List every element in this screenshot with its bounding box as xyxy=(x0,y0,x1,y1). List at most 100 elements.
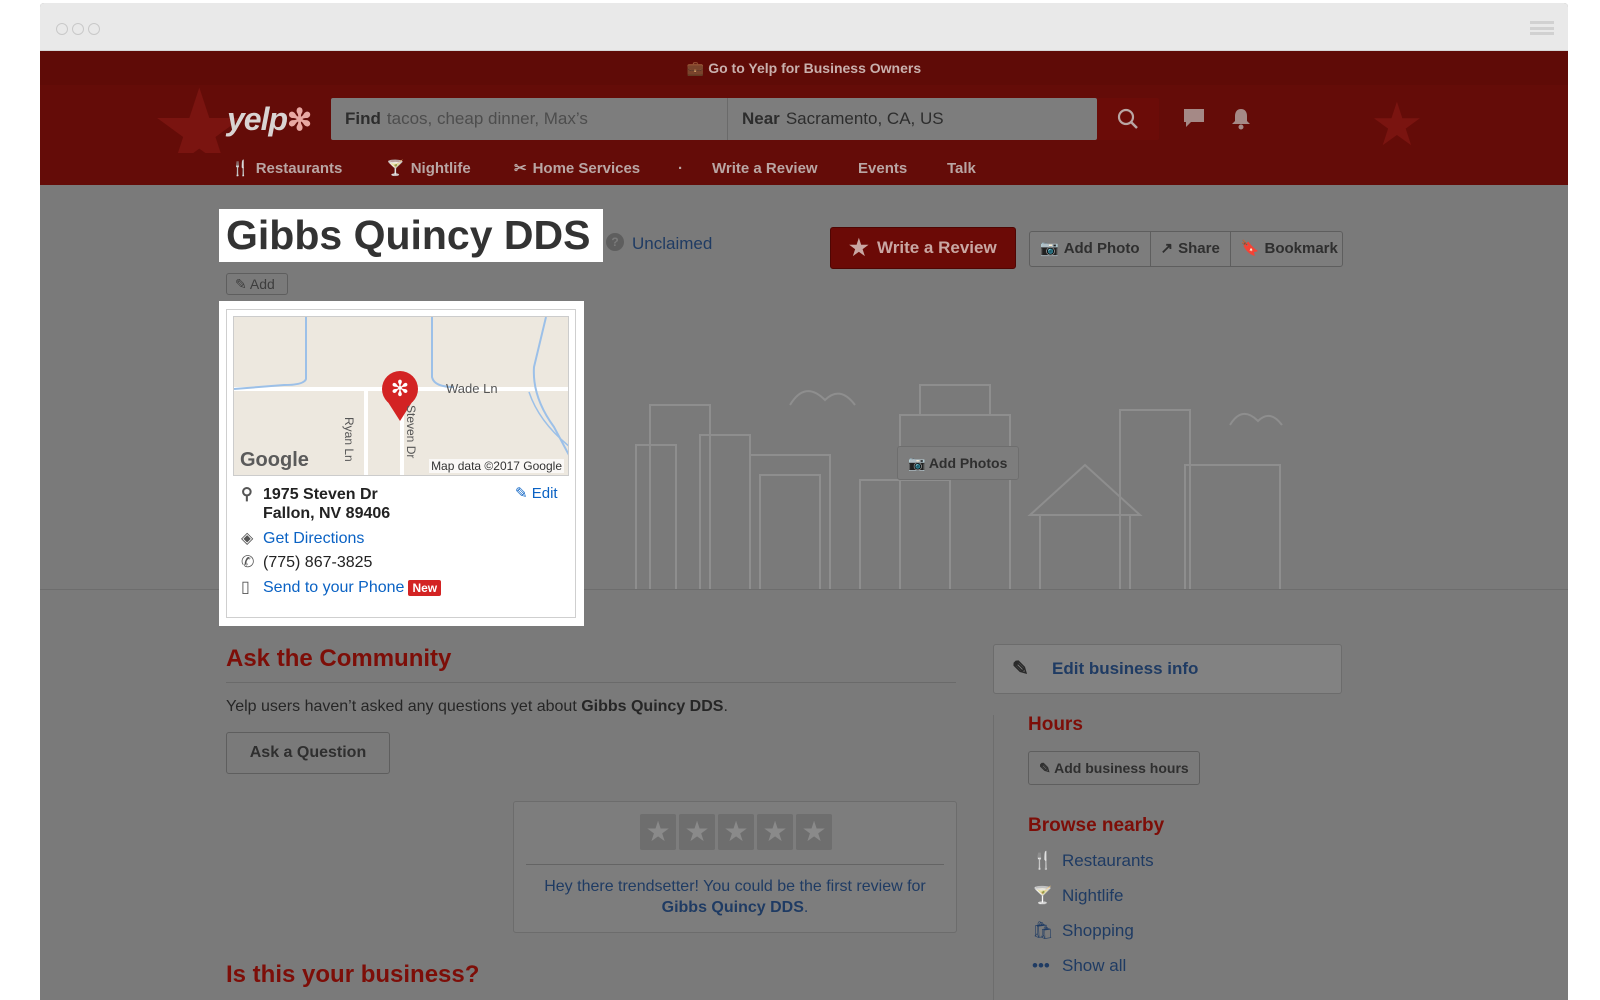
messages-icon[interactable] xyxy=(1182,107,1206,129)
ask-community-text: Yelp users haven’t asked any questions y… xyxy=(226,698,728,715)
camera-icon: 📷 xyxy=(1040,240,1059,257)
browse-show-all-link[interactable]: ••• Show all xyxy=(1032,956,1126,976)
nav-nightlife[interactable]: 🍸 Nightlife xyxy=(386,153,471,185)
business-title: Gibbs Quincy DDS xyxy=(226,212,591,258)
star-rating-selector[interactable]: ★ ★ ★ ★ ★ xyxy=(640,814,832,850)
google-logo: Google xyxy=(240,449,309,471)
map-pin-icon: ⚲ xyxy=(241,486,253,503)
write-review-button[interactable]: ★ Write a Review xyxy=(830,227,1016,269)
section-divider xyxy=(226,682,956,683)
send-to-phone-link[interactable]: Send to your Phone xyxy=(263,579,404,596)
pencil-icon: ✎ xyxy=(515,485,528,502)
send-to-phone-row[interactable]: ▯ Send to your Phone New xyxy=(241,577,442,597)
tools-icon: ✂ xyxy=(514,160,527,177)
rating-star-icon[interactable]: ★ xyxy=(796,814,832,850)
address-line2: Fallon, NV 89406 xyxy=(263,505,391,522)
directions-row[interactable]: ◈ Get Directions xyxy=(241,528,364,548)
address-row: ⚲ 1975 Steven Dr xyxy=(241,484,378,504)
decorative-star-icon: ★ xyxy=(1370,91,1424,158)
share-button[interactable]: ↗ Share xyxy=(1151,232,1231,266)
cocktail-icon: 🍸 xyxy=(1032,886,1054,905)
add-category-button[interactable]: ✎ Add xyxy=(226,273,288,295)
hours-title: Hours xyxy=(1028,714,1083,735)
nav-separator: · xyxy=(678,160,683,177)
nav-talk[interactable]: Talk xyxy=(947,153,976,185)
add-business-hours-button[interactable]: ✎ Add business hours xyxy=(1028,751,1200,785)
bookmark-button[interactable]: 🔖 Bookmark xyxy=(1231,232,1348,266)
browse-restaurants-link[interactable]: 🍴 Restaurants xyxy=(1032,851,1154,871)
map-street-label: Steven Dr xyxy=(404,405,418,459)
camera-icon: 📷 xyxy=(908,455,929,471)
mobile-phone-icon: ▯ xyxy=(241,579,250,596)
browse-shopping-link[interactable]: 🛍 Shopping xyxy=(1032,921,1134,941)
help-question-icon[interactable]: ? xyxy=(606,233,624,251)
ask-community-title: Ask the Community xyxy=(226,645,452,672)
share-icon: ↗ xyxy=(1160,240,1174,257)
cocktail-icon: 🍸 xyxy=(386,160,405,177)
phone-row: ✆ (775) 867-3825 xyxy=(241,552,372,572)
window-minimize-dot[interactable] xyxy=(72,23,84,35)
rating-star-icon[interactable]: ★ xyxy=(679,814,715,850)
ask-question-button[interactable]: Ask a Question xyxy=(226,732,390,774)
unclaimed-link[interactable]: Unclaimed xyxy=(632,234,712,254)
shopping-bag-icon: 🛍 xyxy=(1032,921,1054,940)
location-map[interactable]: ✻ Wade Ln Ryan Ln Steven Dr Google Map d… xyxy=(233,316,569,476)
rating-star-icon[interactable]: ★ xyxy=(718,814,754,850)
browse-nightlife-link[interactable]: 🍸 Nightlife xyxy=(1032,886,1123,906)
window-close-dot[interactable] xyxy=(56,23,68,35)
window-maximize-dot[interactable] xyxy=(88,23,100,35)
search-bar: Find tacos, cheap dinner, Max’s Near Sacra… xyxy=(331,98,1097,140)
sidebar-divider xyxy=(993,715,994,1000)
fork-knife-icon: 🍴 xyxy=(1032,851,1054,870)
more-dots-icon: ••• xyxy=(1032,956,1050,975)
bookmark-icon: 🔖 xyxy=(1240,240,1260,257)
add-photo-button[interactable]: 📷 Add Photo xyxy=(1030,232,1151,266)
nav-write-review[interactable]: Write a Review xyxy=(712,153,818,185)
first-review-box: ★ ★ ★ ★ ★ Hey there trendsetter! You cou… xyxy=(513,801,957,933)
search-icon xyxy=(1117,108,1138,129)
rating-star-icon[interactable]: ★ xyxy=(640,814,676,850)
find-input[interactable]: Find tacos, cheap dinner, Max’s xyxy=(345,98,705,140)
map-street-label: Ryan Ln xyxy=(342,417,356,462)
yelp-burst-icon: ✻ xyxy=(287,104,312,137)
new-badge: New xyxy=(408,580,442,596)
menu-icon[interactable] xyxy=(1530,21,1554,35)
business-owners-bar[interactable]: 💼 Go to Yelp for Business Owners xyxy=(40,51,1568,85)
edit-business-info-button[interactable]: ✎ Edit business info xyxy=(993,644,1342,694)
first-review-message[interactable]: Hey there trendsetter! You could be the … xyxy=(514,876,956,918)
add-photos-button[interactable]: 📷 Add Photos xyxy=(897,446,1019,480)
is-your-business-title: Is this your business? xyxy=(226,961,480,988)
nav-restaurants[interactable]: 🍴 Restaurants xyxy=(231,153,342,185)
business-actions: 📷 Add Photo ↗ Share 🔖 Bookmark xyxy=(1029,231,1343,267)
nav-home-services[interactable]: ✂ Home Services xyxy=(514,153,640,185)
rating-star-icon[interactable]: ★ xyxy=(757,814,793,850)
business-owners-link[interactable]: Go to Yelp for Business Owners xyxy=(708,60,921,76)
divider xyxy=(526,864,944,865)
page-content: 📷 Add Photos Gibbs Quincy DDS ? Unclaime… xyxy=(40,185,1568,1000)
map-card: ✻ Wade Ln Ryan Ln Steven Dr Google Map d… xyxy=(226,309,576,618)
briefcase-icon: 💼 xyxy=(686,60,709,76)
directions-icon: ◈ xyxy=(241,530,254,547)
browser-chrome xyxy=(40,3,1568,51)
phone-number: (775) 867-3825 xyxy=(263,554,373,571)
search-button[interactable] xyxy=(1097,98,1159,140)
map-attribution: Map data ©2017 Google xyxy=(429,459,564,473)
browse-nearby-title: Browse nearby xyxy=(1028,815,1165,836)
star-icon: ★ xyxy=(849,235,869,260)
yelp-logo[interactable]: yelp✻ xyxy=(227,101,312,138)
svg-text:✻: ✻ xyxy=(391,377,409,402)
near-input[interactable]: Near Sacramento, CA, US xyxy=(727,98,1087,140)
pencil-icon: ✎ xyxy=(1039,760,1055,776)
category-nav: 🍴 Restaurants 🍸 Nightlife ✂ Home Services ·… xyxy=(40,153,1568,185)
pencil-icon: ✎ xyxy=(235,276,250,292)
browser-window: 💼 Go to Yelp for Business Owners ★ ★ yel… xyxy=(40,3,1568,1000)
get-directions-link[interactable]: Get Directions xyxy=(263,530,364,547)
fork-knife-icon: 🍴 xyxy=(231,160,250,177)
nav-events[interactable]: Events xyxy=(858,153,907,185)
map-street-label: Wade Ln xyxy=(446,381,498,396)
pencil-icon: ✎ xyxy=(1012,658,1029,680)
notifications-bell-icon[interactable] xyxy=(1230,107,1252,131)
address-line1: 1975 Steven Dr xyxy=(263,486,378,503)
edit-address-link[interactable]: ✎ Edit xyxy=(515,484,558,502)
phone-icon: ✆ xyxy=(241,554,255,571)
